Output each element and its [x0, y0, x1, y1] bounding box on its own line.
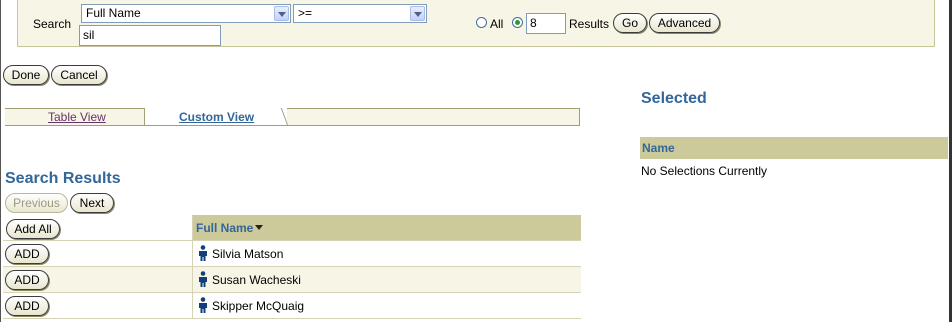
row-name-cell: Susan Wacheski	[193, 267, 581, 292]
person-name: Susan Wacheski	[212, 273, 301, 287]
tab-baseline	[5, 125, 580, 126]
cancel-button[interactable]: Cancel	[51, 65, 107, 85]
full-name-header-label: Full Name	[196, 221, 254, 235]
tab-divider	[144, 108, 145, 125]
search-label: Search	[33, 17, 72, 31]
view-tabs: Table View Custom View	[5, 108, 580, 126]
operator-select[interactable]: >=	[293, 4, 427, 23]
limit-results-radio[interactable]	[512, 17, 523, 28]
done-button[interactable]: Done	[3, 65, 49, 85]
next-button[interactable]: Next	[70, 193, 114, 213]
add-button[interactable]: ADD	[5, 296, 49, 316]
advanced-button[interactable]: Advanced	[649, 13, 720, 33]
all-radio-label: All	[490, 17, 504, 31]
table-row: ADD Susan Wacheski	[3, 267, 581, 293]
no-selections-text: No Selections Currently	[641, 164, 768, 178]
row-name-cell: Silvia Matson	[193, 241, 581, 266]
selected-column-header: Name	[640, 137, 948, 159]
add-all-button[interactable]: Add All	[6, 219, 60, 239]
person-name: Skipper McQuaig	[212, 299, 305, 313]
search-results-table: Add All Full Name ADD Silvia Matson ADD …	[3, 215, 581, 319]
person-icon	[199, 245, 207, 261]
full-name-column-header[interactable]: Full Name	[193, 215, 581, 240]
search-field-value: Full Name	[86, 6, 141, 20]
tab-table-view[interactable]: Table View	[48, 110, 106, 124]
full-name-header-text[interactable]: Full Name	[196, 221, 264, 235]
result-count-value: 8	[530, 16, 537, 30]
go-button[interactable]: Go	[613, 13, 647, 33]
operator-value: >=	[298, 6, 313, 20]
table-row: ADD Silvia Matson	[3, 241, 581, 267]
sort-descending-icon	[255, 225, 264, 230]
selected-title: Selected	[641, 90, 707, 107]
search-input[interactable]: sil	[79, 25, 221, 46]
chevron-down-icon[interactable]	[274, 6, 289, 21]
header-action-cell: Add All	[3, 215, 193, 240]
row-action-cell: ADD	[3, 293, 193, 318]
person-icon	[199, 271, 207, 287]
tab-filler	[287, 108, 580, 125]
row-action-cell: ADD	[3, 241, 193, 266]
search-results-title: Search Results	[5, 170, 121, 187]
table-row: ADD Skipper McQuaig	[3, 293, 581, 319]
search-input-value: sil	[83, 28, 95, 42]
row-name-cell: Skipper McQuaig	[193, 293, 581, 318]
row-action-cell: ADD	[3, 267, 193, 292]
window-left-border	[0, 0, 1, 322]
search-field-select[interactable]: Full Name	[81, 4, 291, 23]
table-header-row: Add All Full Name	[3, 215, 581, 241]
person-name: Silvia Matson	[212, 247, 284, 261]
add-button[interactable]: ADD	[5, 270, 49, 290]
tab-custom-view[interactable]: Custom View	[179, 110, 254, 124]
chevron-down-icon[interactable]	[410, 6, 425, 21]
search-panel: Search Full Name >= sil All 8 Results Go…	[17, 0, 935, 47]
previous-button[interactable]: Previous	[5, 193, 68, 213]
add-button[interactable]: ADD	[5, 244, 49, 264]
selected-name-header: Name	[642, 141, 675, 155]
all-results-radio[interactable]	[476, 17, 487, 28]
results-label: Results	[569, 17, 610, 31]
person-icon	[199, 297, 207, 313]
result-count-input[interactable]: 8	[526, 13, 566, 34]
